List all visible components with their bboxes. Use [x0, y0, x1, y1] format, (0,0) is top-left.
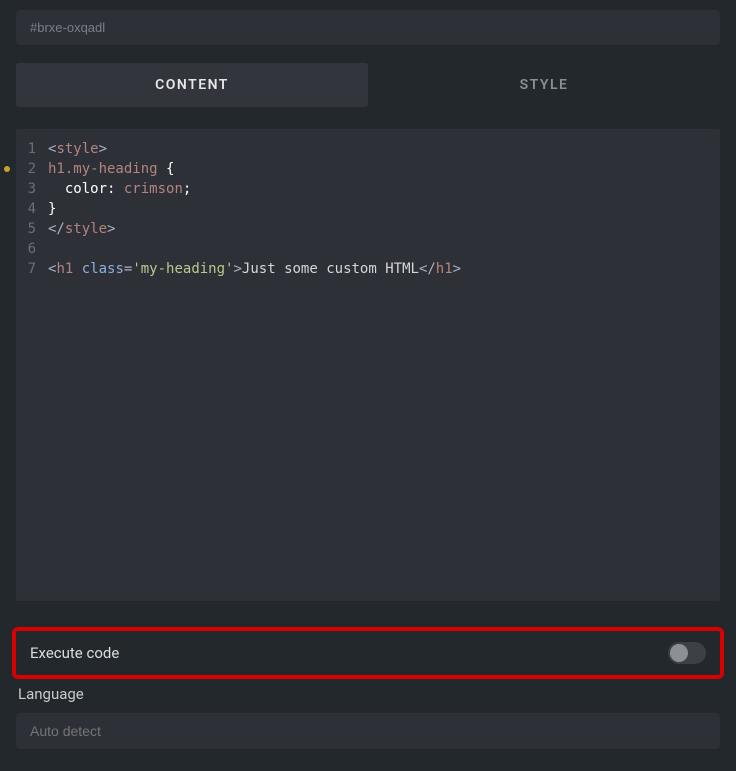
css-selector-input[interactable]	[16, 10, 720, 45]
line-number: 7	[24, 259, 36, 279]
language-select[interactable]	[16, 713, 720, 749]
tab-style[interactable]: STYLE	[368, 63, 720, 107]
execute-code-toggle[interactable]	[668, 642, 706, 664]
execute-code-label: Execute code	[30, 644, 119, 662]
code-editor[interactable]: 1 2 3 4 5 6 7 <style> h1.my-heading { co…	[16, 129, 720, 601]
line-number: 2	[24, 159, 36, 179]
line-gutter: 1 2 3 4 5 6 7	[16, 129, 44, 601]
code-content[interactable]: <style> h1.my-heading { color: crimson; …	[44, 129, 469, 601]
unsaved-indicator	[4, 166, 10, 172]
language-label: Language	[16, 685, 720, 703]
line-number: 3	[24, 179, 36, 199]
toggle-knob	[670, 644, 688, 662]
line-number: 6	[24, 239, 36, 259]
panel-tabs: CONTENT STYLE	[16, 63, 720, 107]
line-number: 1	[24, 139, 36, 159]
line-number: 5	[24, 219, 36, 239]
execute-code-row: Execute code	[12, 627, 724, 679]
tab-content[interactable]: CONTENT	[16, 63, 368, 107]
line-number: 4	[24, 199, 36, 219]
